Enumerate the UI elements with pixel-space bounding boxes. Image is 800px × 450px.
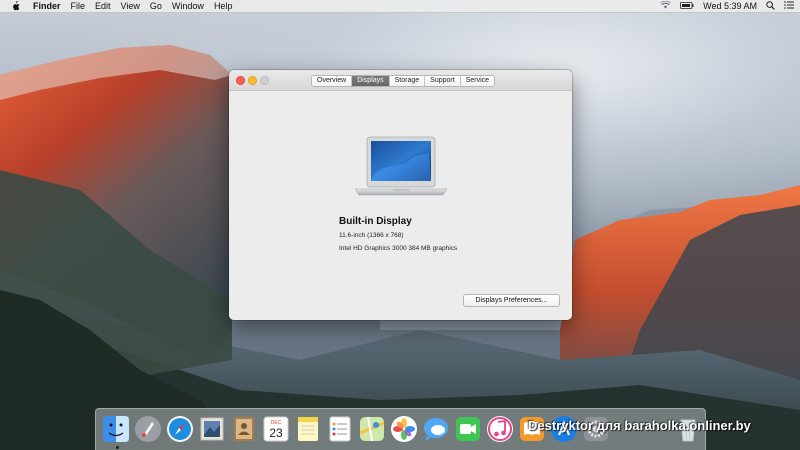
spotlight-icon[interactable] (766, 0, 775, 12)
menu-finder[interactable]: Finder (33, 0, 61, 13)
display-size: 11.6-inch (1366 x 768) (339, 232, 404, 239)
calendar-day: 23 (269, 426, 283, 440)
zoom-button (260, 76, 269, 85)
menu-file[interactable]: File (71, 0, 86, 13)
displays-preferences-button[interactable]: Displays Preferences... (463, 294, 560, 307)
apple-icon[interactable] (11, 1, 23, 11)
calendar-icon[interactable]: DEC 23 (262, 415, 290, 443)
menu-view[interactable]: View (121, 0, 140, 13)
menu-go[interactable]: Go (150, 0, 162, 13)
menu-edit[interactable]: Edit (95, 0, 111, 13)
mail-icon[interactable] (198, 415, 226, 443)
messages-icon[interactable] (422, 415, 450, 443)
maps-icon[interactable] (358, 415, 386, 443)
finder-icon[interactable] (102, 415, 130, 443)
window-titlebar[interactable]: Overview Displays Storage Support Servic… (229, 70, 572, 91)
macbook-air-icon (354, 136, 448, 196)
reminders-icon[interactable] (326, 415, 354, 443)
close-button[interactable] (236, 76, 245, 85)
itunes-icon[interactable] (486, 415, 514, 443)
wifi-icon[interactable] (660, 0, 672, 11)
display-graphics: Intel HD Graphics 3000 384 MB graphics (339, 245, 458, 252)
contacts-icon[interactable] (230, 415, 258, 443)
photos-icon[interactable] (390, 415, 418, 443)
tab-overview[interactable]: Overview (312, 76, 353, 86)
menu-help[interactable]: Help (214, 0, 233, 13)
safari-icon[interactable] (166, 415, 194, 443)
status-area: Wed 5:39 AM (651, 0, 800, 13)
window-content: Built-in Display 11.6-inch (1366 x 768) … (229, 91, 572, 320)
battery-icon[interactable] (680, 1, 694, 11)
notification-center-icon[interactable] (784, 1, 794, 11)
notes-icon[interactable] (294, 415, 322, 443)
tab-service[interactable]: Service (460, 76, 495, 86)
finder-running-indicator (116, 446, 119, 449)
menu-bar: Finder File Edit View Go Window Help Wed… (0, 0, 800, 13)
about-this-mac-window: Overview Displays Storage Support Servic… (229, 70, 572, 320)
clock[interactable]: Wed 5:39 AM (703, 1, 757, 11)
tab-displays[interactable]: Displays (352, 76, 390, 86)
tab-bar: Overview Displays Storage Support Servic… (311, 75, 496, 87)
minimize-button[interactable] (248, 76, 257, 85)
menu-window[interactable]: Window (172, 0, 204, 13)
tab-storage[interactable]: Storage (389, 76, 426, 86)
facetime-icon[interactable] (454, 415, 482, 443)
tab-support[interactable]: Support (425, 76, 461, 86)
launchpad-icon[interactable] (134, 415, 162, 443)
display-name: Built-in Display (339, 216, 412, 227)
watermark-text: Destryktor для baraholka.onliner.by (528, 418, 751, 433)
